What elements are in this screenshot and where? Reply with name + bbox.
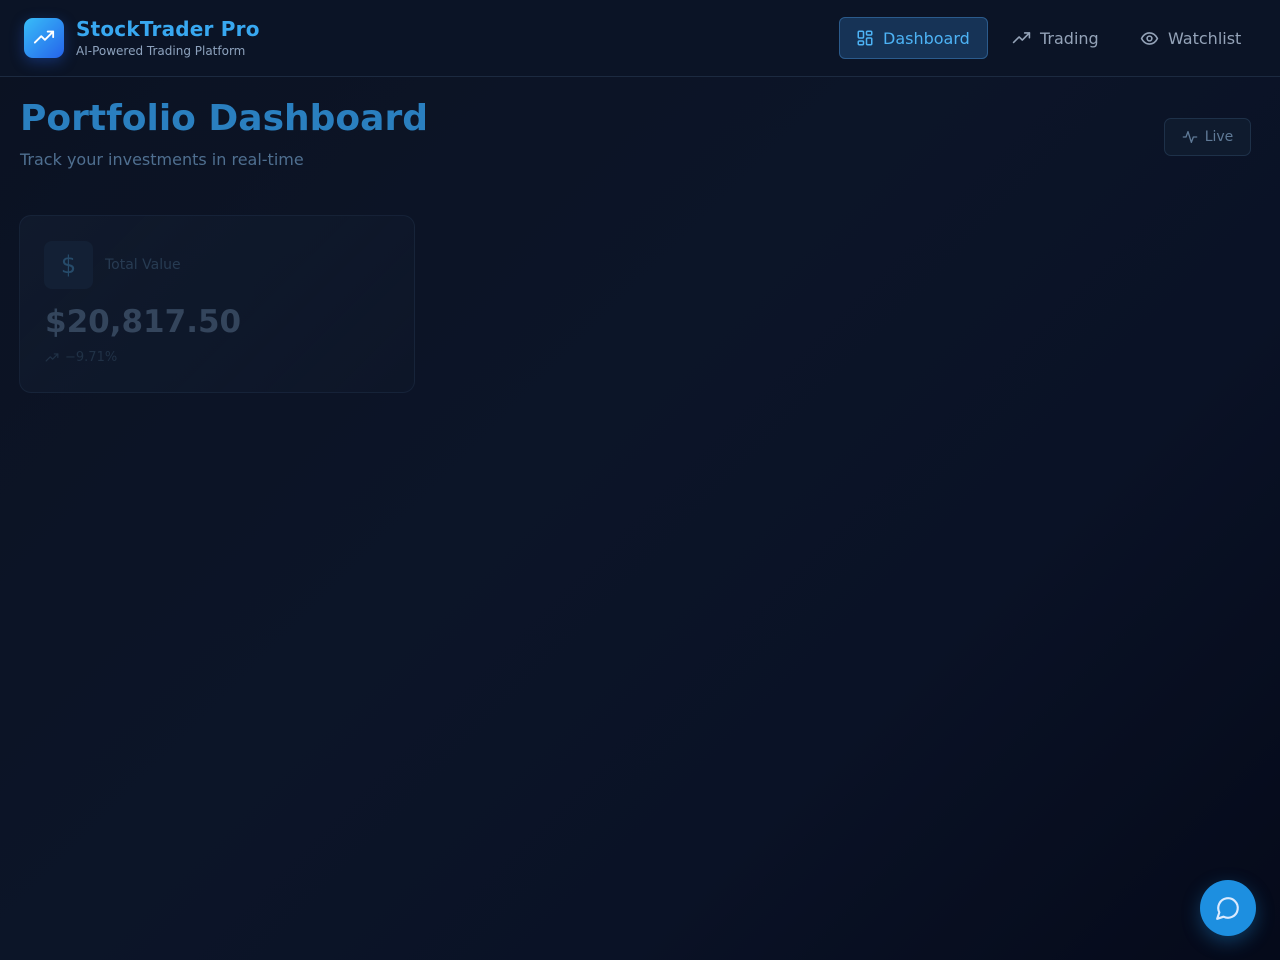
live-status-badge[interactable]: Live: [1164, 118, 1251, 156]
trending-up-icon: [33, 30, 55, 44]
nav-trading-label: Trading: [1040, 28, 1099, 48]
page-title: Portfolio Dashboard: [20, 98, 428, 139]
app-logo[interactable]: [24, 18, 64, 58]
activity-pulse-icon: [1182, 131, 1198, 143]
live-label: Live: [1204, 129, 1234, 145]
dashboard-grid-icon: [857, 30, 873, 46]
total-value-card: $ Total Value $20,817.50 −9.71%: [19, 215, 415, 393]
total-value-amount: $20,817.50: [45, 304, 242, 340]
nav-watchlist-label: Watchlist: [1168, 28, 1242, 48]
trending-up-icon: [45, 352, 59, 361]
total-value-change: −9.71%: [45, 350, 117, 365]
chat-button[interactable]: [1200, 880, 1256, 936]
chat-bubble-icon: [1216, 897, 1239, 920]
trending-up-icon: [1012, 31, 1031, 43]
total-value-label: Total Value: [105, 257, 181, 273]
nav-trading[interactable]: Trading: [996, 17, 1116, 59]
app-title: StockTrader Pro: [76, 17, 260, 41]
nav-dashboard[interactable]: Dashboard: [839, 17, 988, 59]
nav-dashboard-label: Dashboard: [883, 28, 970, 48]
dollar-icon: $: [44, 241, 93, 289]
eye-icon: [1140, 31, 1159, 45]
app-subtitle: AI-Powered Trading Platform: [76, 44, 246, 58]
page-subtitle: Track your investments in real-time: [20, 150, 304, 169]
top-navigation-bar: StockTrader Pro AI-Powered Trading Platf…: [0, 0, 1280, 77]
total-value-change-text: −9.71%: [65, 350, 118, 365]
nav-watchlist[interactable]: Watchlist: [1124, 17, 1260, 59]
